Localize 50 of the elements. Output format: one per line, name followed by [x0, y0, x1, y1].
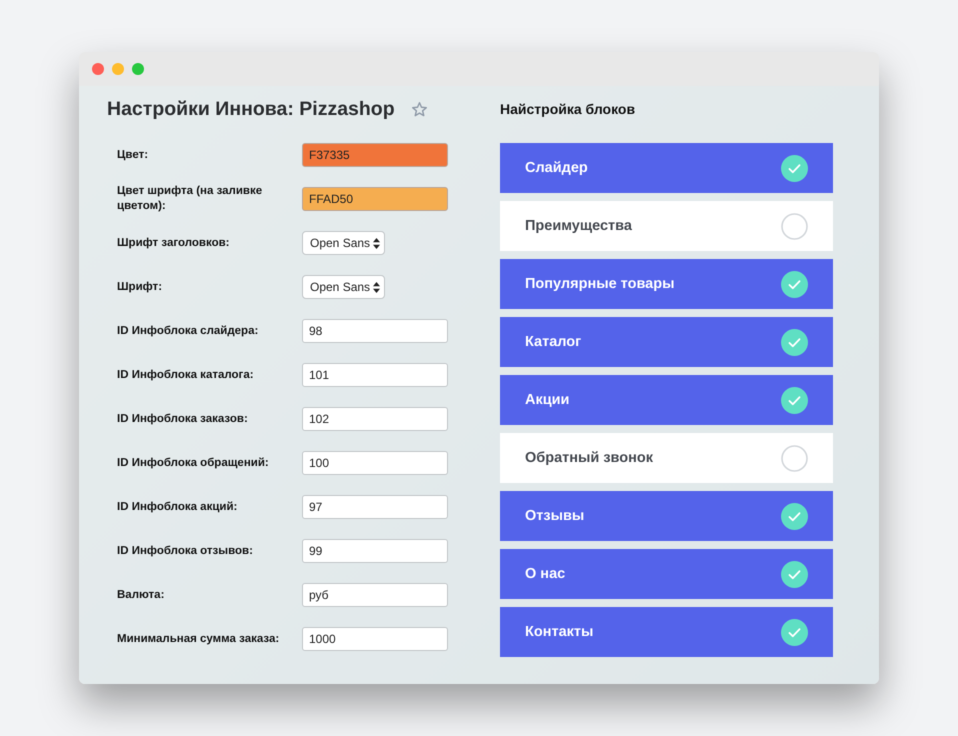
updown-icon: [373, 238, 380, 248]
color-field[interactable]: FFAD50: [302, 187, 448, 211]
field-label: Шрифт:: [117, 280, 164, 294]
block-item[interactable]: Контакты: [500, 607, 833, 657]
text-field[interactable]: 99: [302, 539, 448, 563]
checked-circle-icon: [781, 502, 808, 530]
text-field[interactable]: 101: [302, 363, 448, 387]
block-item[interactable]: Обратный звонок: [500, 433, 833, 483]
text-field[interactable]: 98: [302, 319, 448, 343]
field-label: ID Инфоблока каталога:: [117, 368, 255, 382]
checked-circle-icon: [781, 328, 808, 356]
text-field[interactable]: руб: [302, 583, 448, 607]
field-label: ID Инфоблока отзывов:: [117, 544, 254, 558]
field-label: Цвет:: [117, 148, 150, 162]
field-label: ID Инфоблока обращений:: [117, 456, 270, 470]
section-title: Найстройка блоков: [500, 100, 636, 119]
field-label: Валюта:: [117, 588, 166, 602]
block-item[interactable]: Преимущества: [500, 201, 833, 251]
star-icon[interactable]: [410, 101, 428, 118]
checked-circle-icon: [781, 154, 808, 182]
block-item[interactable]: Акции: [500, 375, 833, 425]
empty-circle-icon: [781, 212, 808, 240]
field-label: ID Инфоблока заказов:: [117, 412, 249, 426]
minimize-button[interactable]: [112, 63, 124, 75]
updown-icon: [373, 282, 380, 292]
zoom-button[interactable]: [132, 63, 144, 75]
empty-circle-icon: [781, 444, 808, 472]
color-field[interactable]: F37335: [302, 143, 448, 167]
font-select[interactable]: Open Sans: [302, 275, 386, 299]
field-label: Цвет шрифта (на заливке цветом):: [117, 184, 264, 214]
field-label: Шрифт заголовков:: [117, 236, 231, 250]
text-field[interactable]: 102: [302, 407, 448, 431]
block-item[interactable]: Слайдер: [500, 143, 833, 193]
font-select[interactable]: Open Sans: [302, 231, 386, 255]
block-item[interactable]: О нас: [500, 549, 833, 599]
text-field[interactable]: 97: [302, 495, 448, 519]
checked-circle-icon: [781, 618, 808, 646]
text-field[interactable]: 100: [302, 451, 448, 475]
close-button[interactable]: [92, 63, 104, 75]
text-field[interactable]: 1000: [302, 627, 448, 651]
page-title: Настройки Иннова: Pizzashop: [107, 98, 395, 121]
block-item[interactable]: Популярные товары: [500, 259, 833, 309]
field-label: Минимальная сумма заказа:: [117, 632, 280, 646]
block-item[interactable]: Отзывы: [500, 491, 833, 541]
field-label: ID Инфоблока акций:: [117, 500, 238, 514]
checked-circle-icon: [781, 270, 808, 298]
checked-circle-icon: [781, 560, 808, 588]
field-label: ID Инфоблока слайдера:: [117, 324, 260, 338]
checked-circle-icon: [781, 386, 808, 414]
block-item[interactable]: Каталог: [500, 317, 833, 367]
